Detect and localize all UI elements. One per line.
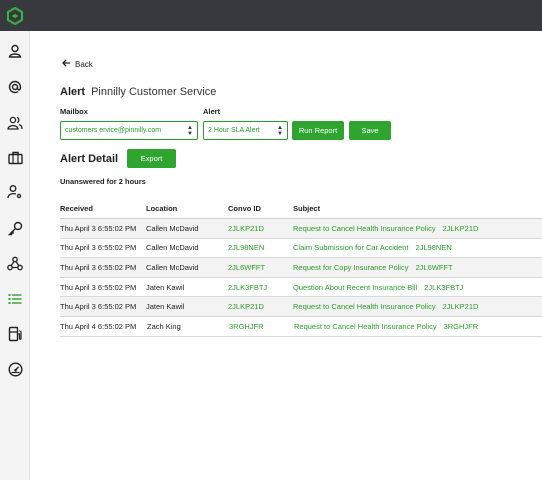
alert-label: Alert (60, 86, 86, 98)
table-row[interactable]: Thu April 3 6:55:02 PM Callen McDavid 2JL9… (60, 239, 542, 259)
cell-received: Thu April 3 6:55:02 PM (60, 302, 137, 312)
cell-received: Thu April 3 6:55:02 PM (60, 262, 137, 272)
at-icon[interactable] (5, 77, 25, 97)
cell-convo-id[interactable]: 2JLKP21D (228, 219, 264, 238)
list-icon[interactable] (5, 289, 25, 309)
cell-received: Thu April 4 6:55:02 PM (60, 321, 137, 331)
user-settings-icon[interactable] (5, 182, 25, 202)
back-link[interactable]: Back (62, 59, 93, 69)
cell-location: Callen McDavid (146, 243, 199, 253)
subject-text[interactable]: Request for Copy Insurance Policy (293, 263, 408, 272)
subject-text[interactable]: Request to Cancel Health Insurance Polic… (293, 224, 436, 233)
export-button[interactable]: Export (127, 149, 176, 168)
save-button[interactable]: Save (349, 121, 391, 140)
alert-select[interactable]: 2 Hour SLA Alert ▲ ▼ (203, 121, 288, 140)
webhook-icon[interactable] (5, 253, 25, 273)
select-caret-icon: ▲ ▼ (277, 125, 283, 137)
table-header: Received Location Convo ID Subject (60, 199, 542, 219)
table-row[interactable]: Thu April 3 6:55:02 PM Callen McDavid 2JLK… (60, 219, 542, 239)
cell-location: Zach King (147, 321, 181, 331)
logo-icon[interactable] (0, 0, 30, 31)
table-row[interactable]: Thu April 4 6:55:02 PM Zach King 3RGHJFR Re… (60, 317, 542, 337)
sidebar (0, 0, 30, 480)
select-caret-icon: ▲ ▼ (187, 125, 193, 137)
cell-convo-id[interactable]: 2JL98NEN (228, 239, 264, 258)
cell-location: Callen McDavid (146, 262, 199, 272)
fuel-icon[interactable] (5, 324, 25, 344)
subject-id[interactable]: 2JL6WFFT (415, 263, 452, 272)
cell-subject[interactable]: Claim Submission for Car Accident 2JL98NE… (293, 239, 452, 258)
mailbox-label: Mailbox (60, 107, 88, 116)
users-icon[interactable] (5, 113, 25, 133)
table-row[interactable]: Thu April 3 6:55:02 PM Jaten Kawil 2JLKP21… (60, 297, 542, 317)
cell-received: Thu April 3 6:55:02 PM (60, 243, 137, 253)
cell-subject[interactable]: Request to Cancel Health Insurance Polic… (293, 297, 478, 316)
cell-subject[interactable]: Request to Cancel Health Insurance Polic… (293, 219, 478, 238)
run-report-button[interactable]: Run Report (292, 121, 344, 140)
mailbox-select[interactable]: customers ervice@pinnilly.com ▲ ▼ (60, 121, 198, 140)
alert-table: Received Location Convo ID Subject Thu A… (60, 199, 542, 337)
header-convo-id: Convo ID (228, 204, 261, 213)
page-title: Alert Pinnilly Customer Service (60, 86, 216, 98)
subject-text[interactable]: Question About Recent Insurance Bill (293, 283, 417, 292)
cell-subject[interactable]: Request for Copy Insurance Policy 2JL6WFF… (293, 258, 453, 277)
unanswered-subtitle: Unanswered for 2 hours (60, 177, 146, 186)
arrow-left-icon (62, 59, 71, 69)
subject-id[interactable]: 2JLK3FBTJ (424, 283, 463, 292)
subject-text[interactable]: Request to Cancel Health Insurance Polic… (294, 322, 437, 331)
table-row[interactable]: Thu April 3 6:55:02 PM Callen McDavid 2JL6… (60, 258, 542, 278)
alert-select-value: 2 Hour SLA Alert (208, 127, 260, 134)
subject-id[interactable]: 2JLKP21D (443, 224, 479, 233)
cell-convo-id[interactable]: 2JLK3FBTJ (228, 278, 267, 297)
subject-text[interactable]: Claim Submission for Car Accident (293, 243, 408, 252)
back-label: Back (75, 59, 93, 69)
subject-id[interactable]: 3RGHJFR (444, 322, 479, 331)
cell-location: Jaten Kawil (146, 282, 185, 292)
alert-name: Pinnilly Customer Service (91, 86, 217, 98)
subject-text[interactable]: Request to Cancel Health Insurance Polic… (293, 302, 436, 311)
subject-id[interactable]: 2JL98NEN (415, 243, 451, 252)
table-row[interactable]: Thu April 3 6:55:02 PM Jaten Kawil 2JLK3FB… (60, 278, 542, 298)
cell-received: Thu April 3 6:55:02 PM (60, 282, 137, 292)
alert-select-label: Alert (203, 107, 221, 116)
cell-location: Callen McDavid (146, 223, 199, 233)
cell-convo-id[interactable]: 3RGHJFR (229, 317, 264, 336)
mailbox-select-value: customers ervice@pinnilly.com (65, 127, 162, 134)
header-subject: Subject (293, 204, 321, 213)
cell-received: Thu April 3 6:55:02 PM (60, 223, 137, 233)
key-icon[interactable] (5, 218, 25, 238)
cell-location: Jaten Kawil (146, 302, 185, 312)
cell-subject[interactable]: Request to Cancel Health Insurance Polic… (294, 317, 478, 336)
subject-id[interactable]: 2JLKP21D (443, 302, 479, 311)
alert-detail-title: Alert Detail (60, 153, 119, 165)
briefcase-icon[interactable] (5, 148, 25, 168)
user-icon[interactable] (5, 41, 25, 61)
cell-subject[interactable]: Question About Recent Insurance Bill 2JLK… (293, 278, 463, 297)
cell-convo-id[interactable]: 2JLKP21D (228, 297, 264, 316)
header-location: Location (146, 204, 178, 213)
header-received: Received (60, 204, 93, 213)
top-bar (0, 0, 542, 31)
dashboard-icon[interactable] (5, 359, 25, 379)
cell-convo-id[interactable]: 2JL6WFFT (228, 258, 265, 277)
